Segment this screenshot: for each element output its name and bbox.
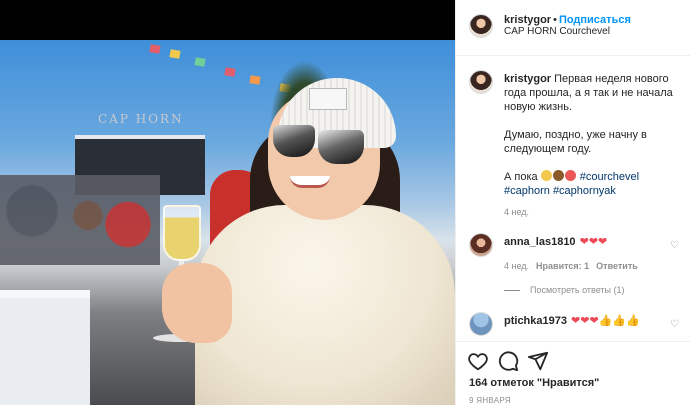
post-location[interactable]: CAP HORN Courchevel <box>504 26 610 37</box>
caption-line-3: А пока <box>504 171 538 183</box>
white-jacket <box>195 205 455 405</box>
hat-label <box>309 88 347 110</box>
replies-divider <box>504 290 520 292</box>
emoji-icon <box>552 170 564 181</box>
hashtag-link[interactable]: #caphorn <box>504 185 550 197</box>
comment-text: ❤❤❤ <box>579 236 608 248</box>
caption-line-2: Думаю, поздно, уже начну в следующем год… <box>504 129 647 155</box>
author-username[interactable]: kristygor <box>504 14 551 26</box>
like-comment-heart-icon[interactable]: ♡ <box>670 320 680 330</box>
follow-button[interactable]: Подписаться <box>559 14 631 26</box>
likes-count[interactable]: 164 отметок "Нравится" <box>469 377 599 389</box>
comment-username[interactable]: ptichka1973 <box>504 315 567 327</box>
sunglasses-left-lens <box>273 125 315 157</box>
share-icon[interactable] <box>527 350 549 372</box>
bunting-flag <box>169 49 181 59</box>
comment-line: ptichka1973 ❤❤❤👍👍👍 <box>504 315 640 327</box>
comment-likes[interactable]: Нравится: 1 <box>536 261 589 271</box>
hand <box>162 263 232 343</box>
comment-meta: 4 нед. Нравится: 1 Ответить <box>504 261 645 271</box>
comment-time[interactable]: 4 нед. <box>504 261 529 271</box>
heart-icon[interactable] <box>467 350 489 372</box>
post-actions: 164 отметок "Нравится" 9 ЯНВАРЯ <box>456 341 690 405</box>
bunting-flag <box>149 44 161 54</box>
table <box>0 290 90 405</box>
author-line: kristygor • Подписаться <box>504 14 631 26</box>
comment-line: anna_las1810 ❤❤❤ <box>504 236 607 248</box>
hashtag-link[interactable]: #caphornyak <box>553 185 616 197</box>
post-sidebar: kristygor • Подписаться CAP HORN Courcheve… <box>455 0 690 405</box>
reply-button[interactable]: Ответить <box>596 261 638 271</box>
emoji-icon <box>540 170 552 181</box>
caption-text: kristygor Первая неделя нового года прош… <box>504 72 684 198</box>
bunting-flag <box>224 67 236 77</box>
sunglasses-right-lens <box>318 130 364 164</box>
separator-dot: • <box>553 14 557 26</box>
crowd <box>0 175 160 265</box>
comment-text: ❤❤❤👍👍👍 <box>571 315 640 327</box>
post-header: kristygor • Подписаться CAP HORN Courcheve… <box>456 0 690 56</box>
bunting-flag <box>249 75 261 85</box>
comment-avatar[interactable] <box>469 312 493 336</box>
caption-avatar[interactable] <box>469 70 493 94</box>
comment-icon[interactable] <box>497 350 519 372</box>
smile <box>290 176 330 188</box>
like-comment-heart-icon[interactable]: ♡ <box>670 241 680 251</box>
post-date[interactable]: 9 ЯНВАРЯ <box>469 396 511 405</box>
comment-username[interactable]: anna_las1810 <box>504 236 576 248</box>
tent-sign: CAP HORN <box>98 112 184 126</box>
caption-time[interactable]: 4 нед. <box>504 207 529 217</box>
caption-username[interactable]: kristygor <box>504 73 551 85</box>
champagne-glass <box>163 205 201 261</box>
bunting-flag <box>194 57 206 67</box>
view-replies-label[interactable]: Посмотреть ответы (1) <box>530 285 625 295</box>
view-replies[interactable]: Посмотреть ответы (1) <box>504 285 625 295</box>
post-photo[interactable]: CAP HORN <box>0 0 455 405</box>
comment-avatar[interactable] <box>469 233 493 257</box>
emoji-icon <box>564 170 576 181</box>
hashtag-link[interactable]: #courchevel <box>580 171 639 183</box>
author-avatar[interactable] <box>469 14 493 38</box>
